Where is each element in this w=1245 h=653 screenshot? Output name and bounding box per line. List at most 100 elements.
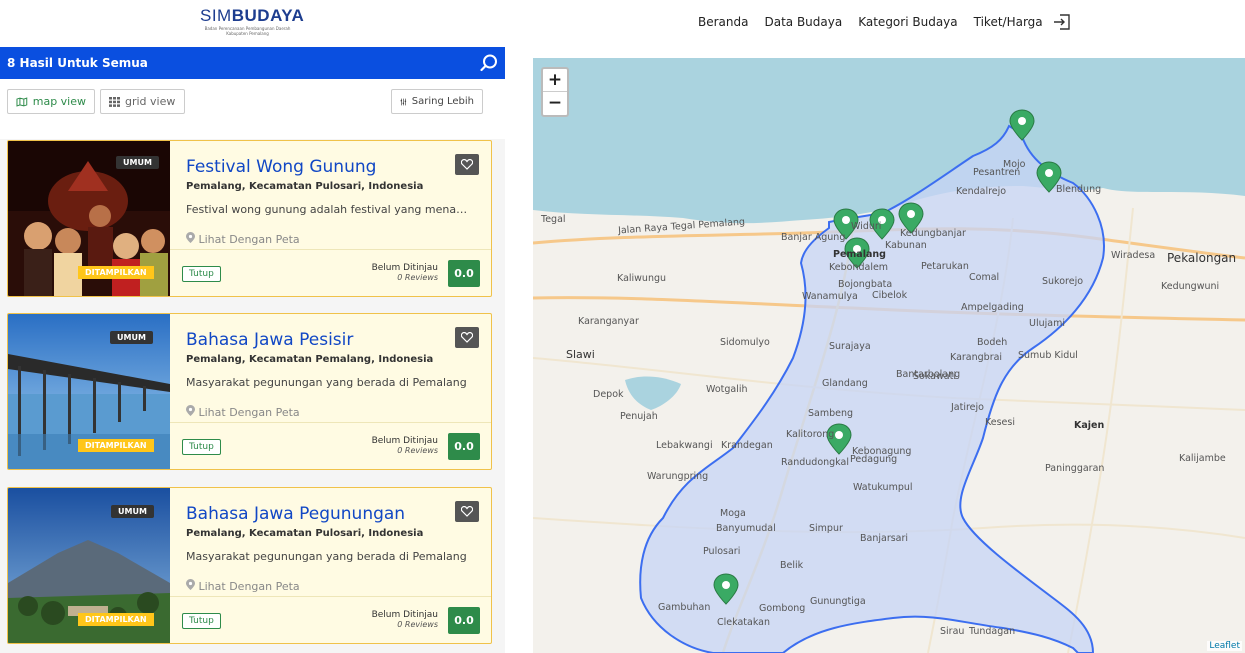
- map-label: Bojongbata: [838, 279, 893, 290]
- category-badge: UMUM: [110, 331, 153, 344]
- map-icon: [16, 96, 28, 107]
- filter-icon: [400, 98, 407, 105]
- map-label: Kaliwungu: [617, 273, 667, 284]
- map-label: Pemalang: [833, 249, 886, 260]
- map-label: Pekalongan: [1167, 251, 1237, 265]
- results-header: 8 Hasil Untuk Semua: [0, 47, 505, 79]
- results-title: 8 Hasil Untuk Semua: [7, 56, 148, 70]
- card-description: Festival wong gunung adalah festival yan…: [186, 203, 471, 216]
- map-label: Gunungtiga: [810, 596, 866, 607]
- map-label: Pulosari: [703, 546, 741, 557]
- map-canvas[interactable]: [533, 58, 1245, 653]
- card-title[interactable]: Festival Wong Gunung: [186, 157, 376, 177]
- search-icon[interactable]: [480, 54, 498, 72]
- map-label: Depok: [593, 389, 624, 400]
- map-label: Petarukan: [921, 261, 969, 272]
- map-label: Ulujami: [1029, 318, 1065, 329]
- map-pin-icon: [186, 579, 195, 590]
- map-view[interactable]: Tegal Jalan Raya Tegal Pemalang Banjar A…: [533, 58, 1245, 653]
- review-status: Belum Ditinjau 0 Reviews: [371, 436, 438, 455]
- map-view-button[interactable]: map view: [7, 89, 95, 114]
- favorite-button[interactable]: [455, 327, 479, 348]
- map-label: Banyumudal: [716, 523, 776, 534]
- map-label: Cibelok: [872, 290, 908, 301]
- simbudaya-logo[interactable]: SIMBUDAYA Badan Perencanaan Pembangunan …: [200, 6, 310, 40]
- map-label: Warungpring: [647, 471, 709, 482]
- map-label: Belik: [780, 560, 804, 571]
- map-label: Krandegan: [721, 440, 773, 451]
- map-label: Pedagung: [850, 454, 898, 465]
- favorite-button[interactable]: [455, 154, 479, 175]
- map-label: Kendalrejo: [956, 186, 1007, 197]
- map-label: Gombong: [759, 603, 806, 614]
- zoom-in-button[interactable]: +: [543, 69, 567, 92]
- map-label: Sidomulyo: [720, 337, 770, 348]
- panel-divider: [505, 47, 533, 653]
- map-label: Pesantren: [973, 167, 1021, 178]
- result-card-bahasa-jawa-pesisir[interactable]: UMUM DITAMPILKAN Bahasa Jawa Pesisir Pem…: [7, 313, 492, 470]
- category-badge: UMUM: [111, 505, 154, 518]
- map-label: Clekatakan: [717, 617, 770, 628]
- map-label: Slawi: [566, 348, 595, 361]
- heart-icon: [461, 159, 473, 170]
- map-label: Sambeng: [808, 408, 854, 419]
- map-pin-icon: [186, 405, 195, 416]
- card-title[interactable]: Bahasa Jawa Pesisir: [186, 330, 353, 350]
- map-label: Glandang: [822, 378, 868, 389]
- map-label: Karanganyar: [578, 316, 639, 327]
- grid-icon: [109, 96, 120, 107]
- review-status: Belum Ditinjau 0 Reviews: [371, 263, 438, 282]
- map-label: Sirau: [940, 626, 965, 637]
- review-status: Belum Ditinjau 0 Reviews: [371, 610, 438, 629]
- nav-tiket-harga[interactable]: Tiket/Harga: [974, 15, 1043, 29]
- result-card-bahasa-jawa-pegunungan[interactable]: UMUM DITAMPILKAN Bahasa Jawa Pegunungan …: [7, 487, 492, 644]
- map-label: Tegal: [541, 214, 566, 225]
- top-navbar: SIMBUDAYA Badan Perencanaan Pembangunan …: [0, 0, 1245, 47]
- view-on-map-link[interactable]: Lihat Dengan Peta: [186, 405, 300, 419]
- map-pin-icon: [186, 232, 195, 243]
- login-icon[interactable]: [1052, 12, 1072, 32]
- map-label: Tundagan: [969, 626, 1016, 637]
- card-footer: Tutup Belum Ditinjau 0 Reviews 0.0: [170, 249, 491, 296]
- favorite-button[interactable]: [455, 501, 479, 522]
- card-title[interactable]: Bahasa Jawa Pegunungan: [186, 504, 405, 524]
- nav-data-budaya[interactable]: Data Budaya: [764, 15, 842, 29]
- map-label: Penujah: [620, 411, 658, 422]
- map-label: Randudongkal: [781, 457, 849, 468]
- closed-badge: Tutup: [182, 439, 221, 455]
- result-card-festival-wong-gunung[interactable]: UMUM DITAMPILKAN Festival Wong Gunung Pe…: [7, 140, 492, 297]
- map-label: Gambuhan: [658, 602, 711, 613]
- status-badge: DITAMPILKAN: [78, 266, 154, 279]
- zoom-control: + −: [541, 67, 569, 117]
- map-label: Wiradesa: [1111, 250, 1156, 261]
- card-footer: Tutup Belum Ditinjau 0 Reviews 0.0: [170, 596, 491, 643]
- map-label: Kajen: [1074, 420, 1105, 431]
- zoom-out-button[interactable]: −: [543, 92, 567, 115]
- nav-kategori-budaya[interactable]: Kategori Budaya: [858, 15, 957, 29]
- closed-badge: Tutup: [182, 266, 221, 282]
- map-label: Banjarsari: [860, 533, 909, 544]
- status-badge: DITAMPILKAN: [78, 613, 154, 626]
- map-label: Kalijambe: [1179, 453, 1226, 464]
- grid-view-button[interactable]: grid view: [100, 89, 185, 114]
- map-label: Wotgalih: [706, 384, 748, 395]
- nav-beranda[interactable]: Beranda: [698, 15, 748, 29]
- map-attribution[interactable]: Leaflet: [1207, 641, 1242, 651]
- map-label: Bodeh: [977, 337, 1008, 348]
- map-label: Moga: [720, 508, 746, 519]
- rating-score: 0.0: [448, 433, 480, 460]
- map-label: Paninggaran: [1045, 463, 1105, 474]
- map-label: Kalitorong: [786, 429, 835, 440]
- map-label: Lebakwangi: [656, 440, 713, 451]
- view-on-map-link[interactable]: Lihat Dengan Peta: [186, 579, 300, 593]
- map-label: Jatirejo: [951, 402, 984, 413]
- card-location: Pemalang, Kecamatan Pulosari, Indonesia: [186, 181, 424, 192]
- map-label: Comal: [969, 272, 1000, 283]
- map-label: Surajaya: [829, 341, 871, 352]
- view-on-map-link[interactable]: Lihat Dengan Peta: [186, 232, 300, 246]
- map-label: Kedungwuni: [1161, 281, 1220, 292]
- filter-button[interactable]: Saring Lebih: [391, 89, 483, 114]
- map-label: Ampelgading: [961, 302, 1024, 313]
- map-label: Blendung: [1056, 184, 1102, 195]
- map-label: Widuri: [851, 221, 882, 232]
